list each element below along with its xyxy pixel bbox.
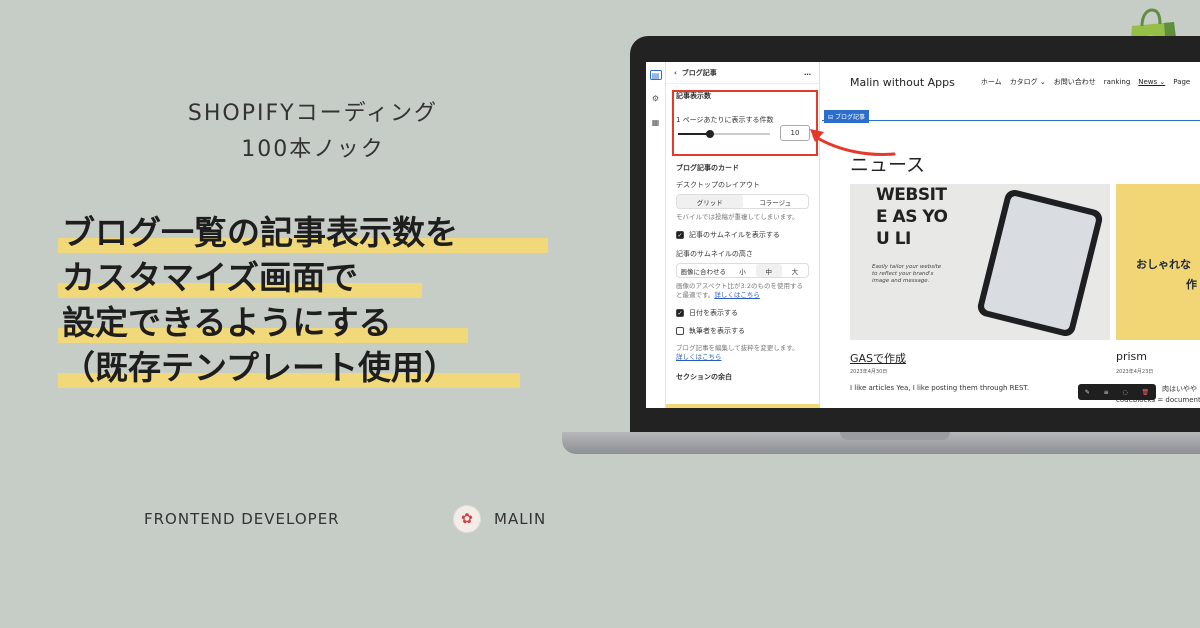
thumbnail-text: WEBSIT E AS YO U LI [876,185,948,249]
height-small-option[interactable]: 小 [729,264,755,277]
show-date-checkbox[interactable]: ✓ 日付を表示する [676,308,809,318]
headline: ブログ一覧の記事表示数を カスタマイズ画面で 設定できるようにする （既存テンプ… [58,210,548,390]
thumb-height-selector: 画像に合わせる 小 中 大 [676,263,809,278]
footer-role: FRONTEND DEVELOPER [144,510,340,528]
checkmark-icon: ✓ [676,231,684,239]
layout-icon[interactable]: ≡ [1104,389,1109,396]
settings-gear-icon[interactable]: ⚙ [650,94,662,104]
desktop-layout-label: デスクトップのレイアウト [676,181,760,189]
nav-ranking[interactable]: ranking [1104,78,1130,86]
delete-icon[interactable]: 🗑 [1141,389,1149,396]
nav-news[interactable]: News ⌄ [1138,78,1165,86]
height-medium-option[interactable]: 中 [755,264,782,277]
show-thumbnail-checkbox[interactable]: ✓ 記事のサムネイルを表示する [676,230,809,240]
store-brand[interactable]: Malin without Apps [850,76,955,89]
post-title[interactable]: GASで作成 [850,350,906,366]
learn-more-link[interactable]: 詳しくはこちら [676,353,722,361]
nav-catalog[interactable]: カタログ ⌄ [1010,77,1046,87]
post-excerpt: 肉はいやや [1162,385,1197,393]
headline-line: ブログ一覧の記事表示数を [58,210,548,255]
card-heading: ブログ記事のカード [676,164,739,172]
nav-page[interactable]: Page [1173,78,1190,86]
nav-home[interactable]: ホーム [981,77,1002,87]
laptop-screen: ▤ ⚙ ▦ ‹ ブログ記事 … 記事表示数 1 ページあたりに表示する件数 ブロ… [646,62,1200,408]
height-large-option[interactable]: 大 [782,264,808,277]
nav-contact[interactable]: お問い合わせ [1054,77,1096,87]
layout-collage-option[interactable]: コラージュ [743,195,809,208]
edit-icon[interactable]: ✎ [1085,389,1090,396]
series-line-2: 100本ノック [241,137,385,162]
pointer-arrow-icon [810,129,896,156]
layout-grid-option[interactable]: グリッド [677,195,743,208]
height-fit-option[interactable]: 画像に合わせる [677,264,729,277]
headline-line: カスタマイズ画面で [58,255,458,300]
learn-more-link[interactable]: 詳しくはこちら [714,291,760,299]
storefront-preview: Malin without Apps ホーム カタログ ⌄ お問い合わせ ran… [822,62,1200,408]
series-title: SHOPIFYコーディング 100本ノック [148,96,478,168]
malin-logo-icon: ✿ [453,505,481,533]
post-title[interactable]: prism [1116,350,1147,363]
thumbnail-caption: Easily tailor your website to reflect yo… [872,264,942,284]
checkmark-icon: ✓ [676,309,684,317]
store-nav: Malin without Apps ホーム カタログ ⌄ お問い合わせ ran… [822,62,1200,102]
apps-icon[interactable]: ▦ [650,118,662,128]
aspect-note: 画像のアスペクト比が3:2のものを使用すると最適です。詳しくはこちら [676,282,804,299]
highlight-box [672,90,818,156]
post-date: 2023年4月23日 [1116,369,1154,375]
panel-header: ‹ ブログ記事 … [666,62,819,84]
post-excerpt: I like articles Yea, I like posting them… [850,384,1030,392]
edit-note: ブログ記事を編集して抜粋を変更します。 詳しくはこちら [676,344,799,361]
post-date: 2023年4月30日 [850,369,888,375]
footer-name: MALIN [494,510,547,528]
editor-rail: ▤ ⚙ ▦ [646,62,666,408]
layout-selector: グリッド コラージュ [676,194,809,209]
back-icon[interactable]: ‹ [674,69,677,77]
laptop-notch [840,432,950,440]
thumbnail-text: 作 [1186,278,1197,291]
sections-icon[interactable]: ▤ [649,70,662,80]
tablet-image [975,187,1105,339]
hide-icon[interactable]: ◌ [1122,389,1127,396]
more-menu-button[interactable]: … [804,69,811,77]
mobile-note: モバイルでは投稿が重複してしまいます。 [676,213,799,221]
checkbox-empty-icon [676,327,684,335]
post-thumbnail[interactable]: WEBSIT E AS YO U LI Easily tailor your w… [850,184,1110,340]
headline-line: 設定できるようにする [58,300,468,345]
post-thumbnail[interactable]: おしゃれな 作 [1116,184,1200,340]
panel-bottom-bar [666,404,820,408]
block-toolbar: ✎ ≡ ◌ 🗑 [1078,384,1156,400]
series-line-1: SHOPIFYコーディング [187,101,439,126]
headline-line: （既存テンプレート使用） [58,345,520,390]
spacing-heading: セクションの余白 [676,373,732,381]
show-author-checkbox[interactable]: 執筆者を表示する [676,326,809,336]
thumb-height-label: 記事のサムネイルの高さ [676,250,753,258]
thumbnail-text: おしゃれな [1136,258,1191,271]
panel-title: ブログ記事 [681,68,717,77]
